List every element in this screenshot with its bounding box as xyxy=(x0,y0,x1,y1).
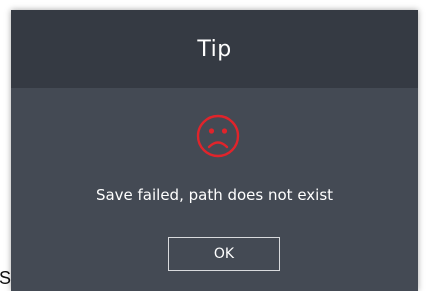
tip-dialog: Tip Save failed, path does not exist OK xyxy=(11,10,418,291)
sad-face-icon xyxy=(196,114,240,158)
background-page-text: S xyxy=(0,268,12,288)
dialog-header: Tip xyxy=(11,10,418,88)
ok-button[interactable]: OK xyxy=(168,237,280,271)
error-message: Save failed, path does not exist xyxy=(95,186,334,204)
dialog-title: Tip xyxy=(197,36,232,62)
ok-button-label: OK xyxy=(213,246,235,262)
